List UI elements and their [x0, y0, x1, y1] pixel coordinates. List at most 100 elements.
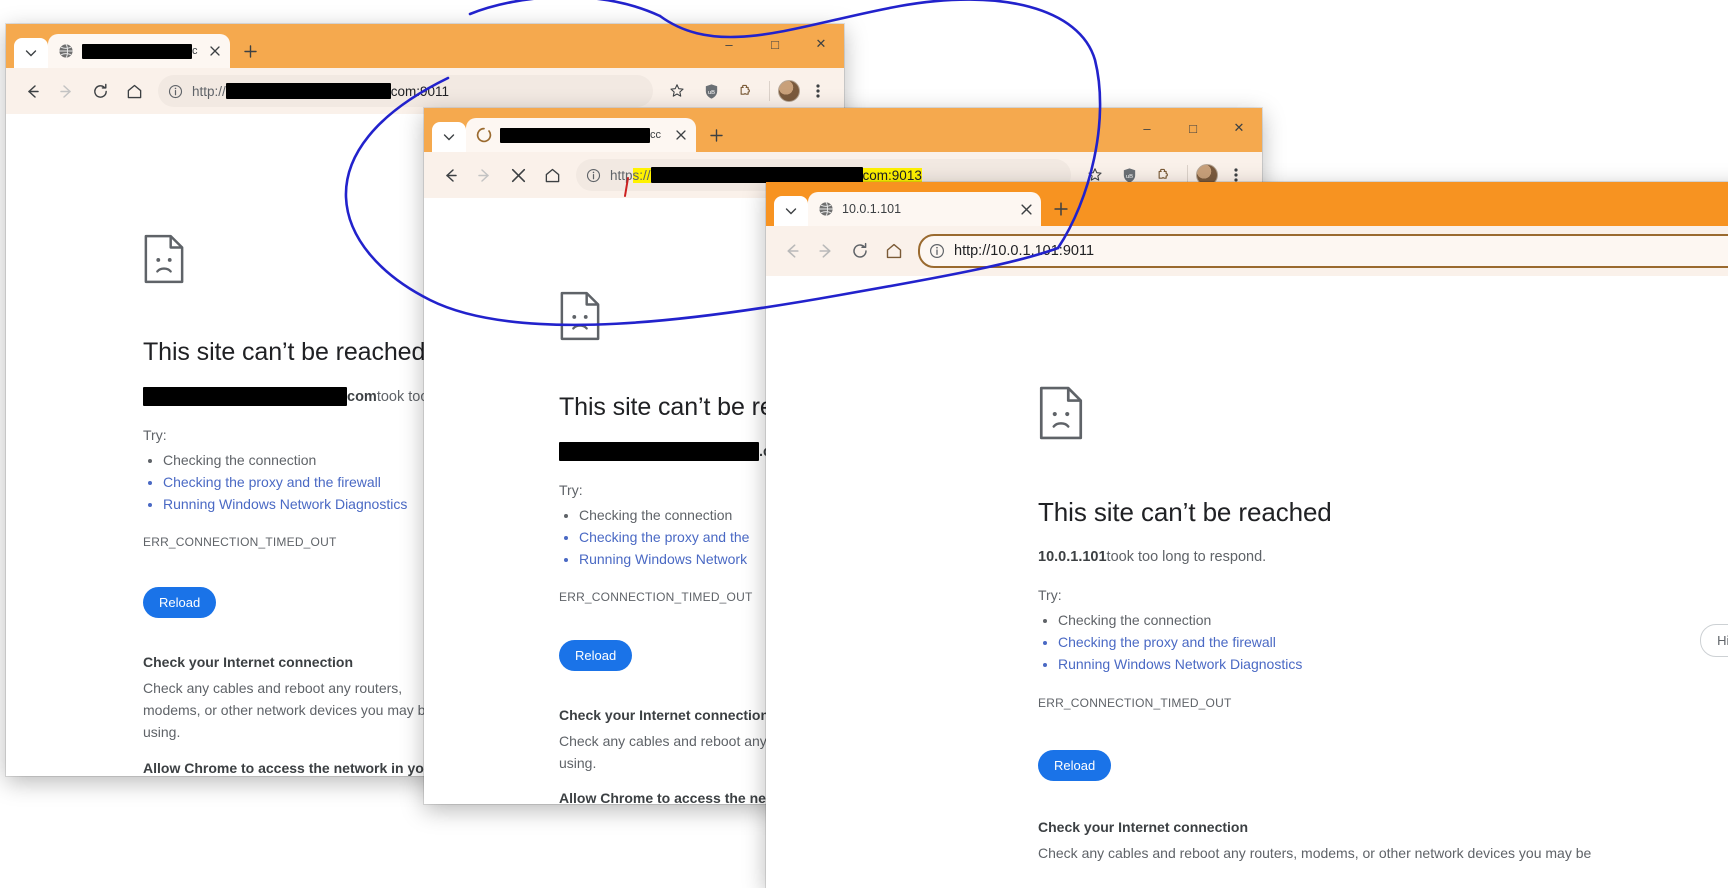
back-icon — [27, 84, 39, 98]
section-heading: Check your Internet connection — [1038, 819, 1249, 835]
tab-close-button[interactable] — [1017, 200, 1035, 218]
plus-icon — [243, 44, 257, 58]
minimize-button[interactable]: – — [706, 24, 752, 64]
url-text: http s://com:9013 — [610, 167, 922, 183]
browser-window-3[interactable]: 10.0.1.101 http://10.0.1.101:9011 This s… — [766, 182, 1728, 888]
address-bar[interactable]: http://10.0.1.101:9011 — [918, 234, 1728, 268]
error-host: 10.0.1.101 — [1038, 549, 1107, 565]
reload-page-button[interactable]: Reload — [559, 640, 633, 671]
redaction-bar — [500, 127, 650, 143]
address-bar[interactable]: http://com:9011 — [158, 75, 653, 107]
globe-icon — [59, 44, 73, 58]
browser-toolbar: http://10.0.1.101:9011 — [766, 226, 1728, 276]
suggestion-list: Checking the connection Checking the pro… — [1058, 609, 1728, 675]
reload-page-button[interactable]: Reload — [143, 587, 217, 618]
close-window-button[interactable]: ✕ — [1216, 108, 1262, 148]
forward-button[interactable] — [50, 75, 82, 107]
chevron-down-icon — [443, 134, 455, 141]
tab-close-button[interactable] — [672, 126, 690, 144]
window-controls[interactable]: – □ ✕ — [706, 24, 844, 64]
chevron-down-icon — [785, 208, 797, 215]
site-info-icon[interactable] — [582, 164, 604, 186]
back-button[interactable] — [434, 159, 466, 191]
back-icon — [787, 244, 799, 258]
redaction-bar — [650, 167, 863, 183]
close-window-button[interactable]: ✕ — [798, 24, 844, 64]
profile-avatar[interactable] — [778, 80, 800, 102]
reload-icon — [853, 242, 867, 258]
new-tab-button[interactable] — [236, 37, 264, 65]
svg-text:uB: uB — [707, 89, 714, 95]
home-button[interactable] — [878, 235, 910, 267]
info-circle-icon — [929, 243, 945, 259]
star-icon — [670, 84, 684, 97]
home-icon — [545, 168, 559, 182]
new-tab-button[interactable] — [702, 121, 730, 149]
sad-page-icon — [1039, 386, 1083, 440]
tab-close-button[interactable] — [206, 42, 224, 60]
home-button[interactable] — [118, 75, 150, 107]
globe-icon — [819, 202, 833, 216]
maximize-button[interactable]: □ — [1170, 108, 1216, 148]
info-circle-icon — [586, 168, 600, 182]
site-info-icon[interactable] — [164, 80, 186, 102]
close-icon — [210, 46, 220, 56]
hide-details-button[interactable]: Hide details — [1700, 624, 1728, 657]
tab-title: cc — [500, 127, 664, 143]
forward-button[interactable] — [468, 159, 500, 191]
back-button[interactable] — [776, 235, 808, 267]
tab-search-button[interactable] — [14, 38, 48, 68]
redaction-bar — [143, 387, 347, 406]
close-icon — [676, 130, 686, 140]
redaction-bar — [225, 83, 391, 99]
toolbar-divider — [769, 81, 770, 101]
home-icon — [886, 243, 902, 259]
plus-icon — [709, 128, 723, 142]
forward-icon — [819, 244, 831, 258]
chevron-down-icon — [25, 50, 37, 57]
minimize-button[interactable]: – — [1124, 108, 1170, 148]
new-tab-button[interactable] — [1047, 195, 1075, 223]
browser-tab[interactable]: 10.0.1.101 — [808, 192, 1041, 226]
forward-button[interactable] — [810, 235, 842, 267]
back-icon — [445, 168, 457, 182]
try-label: Try: — [1038, 587, 1062, 603]
tab-search-button[interactable] — [774, 196, 808, 226]
url-scheme-highlight: s:// — [632, 167, 651, 183]
back-button[interactable] — [16, 75, 48, 107]
stop-x-icon — [511, 168, 525, 182]
puzzle-icon — [1158, 168, 1168, 179]
kebab-menu-icon — [1234, 168, 1238, 182]
browser-tab[interactable]: cc — [466, 118, 696, 152]
title-bar: cc – □ ✕ — [6, 24, 844, 68]
maximize-button[interactable]: □ — [752, 24, 798, 64]
error-host: com — [347, 388, 377, 405]
list-item[interactable]: Checking the proxy and the firewall — [1058, 631, 1728, 653]
site-info-icon[interactable] — [926, 240, 948, 262]
url-text: http://10.0.1.101:9011 — [954, 243, 1095, 259]
tab-search-button[interactable] — [432, 122, 466, 152]
url-port-highlight: com:9013 — [862, 167, 922, 183]
list-item[interactable]: Running Windows Network Diagnostics — [1058, 653, 1728, 675]
title-bar: 10.0.1.101 — [766, 182, 1728, 226]
stop-loading-button[interactable] — [502, 159, 534, 191]
browser-tab[interactable]: cc — [48, 34, 230, 68]
redaction-bar — [559, 442, 759, 461]
bookmark-button[interactable] — [661, 75, 693, 107]
reload-button[interactable] — [84, 75, 116, 107]
redaction-bar — [82, 43, 192, 59]
chrome-menu-button[interactable] — [802, 75, 834, 107]
sad-page-icon — [560, 291, 600, 341]
plus-icon — [1054, 202, 1068, 216]
section-body: Check any cables and reboot any routers,… — [1038, 845, 1592, 861]
home-button[interactable] — [536, 159, 568, 191]
sad-page-icon — [144, 234, 184, 284]
ublock-origin-button[interactable]: uB — [695, 75, 727, 107]
star-icon — [1088, 168, 1102, 181]
window-controls[interactable]: – □ ✕ — [1124, 108, 1262, 148]
reload-button[interactable] — [844, 235, 876, 267]
reload-page-button[interactable]: Reload — [1038, 750, 1112, 781]
extensions-button[interactable] — [729, 75, 761, 107]
toolbar-icons: uB — [661, 75, 834, 107]
home-icon — [127, 84, 141, 98]
